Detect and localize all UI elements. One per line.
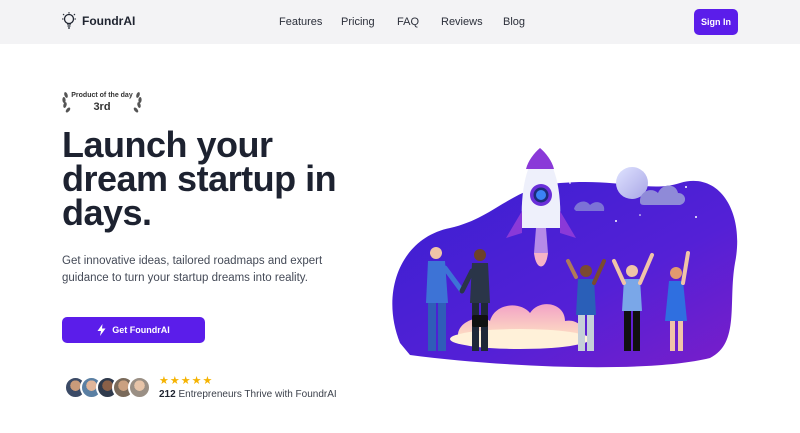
social-proof-text: 212 Entrepreneurs Thrive with FoundrAI	[159, 389, 337, 400]
avatar-stack	[64, 376, 151, 399]
award-rank: 3rd	[93, 101, 111, 113]
social-proof-label: Entrepreneurs Thrive with FoundrAI	[178, 389, 337, 400]
top-navbar: FoundrAI Features Pricing FAQ Reviews Bl…	[0, 0, 800, 44]
brand-name: FoundrAI	[82, 14, 136, 28]
brand-logo[interactable]: FoundrAI	[62, 12, 135, 30]
entrepreneur-count: 212	[159, 389, 176, 400]
lightning-bolt-icon	[97, 324, 106, 336]
product-of-day-badge[interactable]: Product of the day 3rd	[60, 87, 144, 117]
headline-line: dream startup in	[62, 158, 337, 199]
hero-headline: Launch your dream startup in days.	[62, 124, 362, 233]
sign-in-button[interactable]: Sign In	[694, 9, 738, 35]
get-foundrai-button[interactable]: Get FoundrAI	[62, 317, 205, 343]
award-label: Product of the day	[71, 92, 133, 99]
nav-link-features[interactable]: Features	[279, 16, 322, 28]
nav-link-reviews[interactable]: Reviews	[441, 16, 483, 28]
nav-link-blog[interactable]: Blog	[503, 16, 525, 28]
nav-link-pricing[interactable]: Pricing	[341, 16, 375, 28]
avatar	[128, 376, 151, 399]
nav-link-faq[interactable]: FAQ	[397, 16, 419, 28]
lightbulb-icon	[62, 12, 76, 29]
headline-line: Launch your	[62, 124, 273, 165]
cta-label: Get FoundrAI	[112, 325, 170, 335]
rocket-launch-illustration	[392, 148, 738, 368]
hero-subtitle: Get innovative ideas, tailored roadmaps …	[62, 255, 323, 284]
headline-line: days.	[62, 192, 152, 233]
rating-stars: ★★★★★	[159, 375, 214, 387]
